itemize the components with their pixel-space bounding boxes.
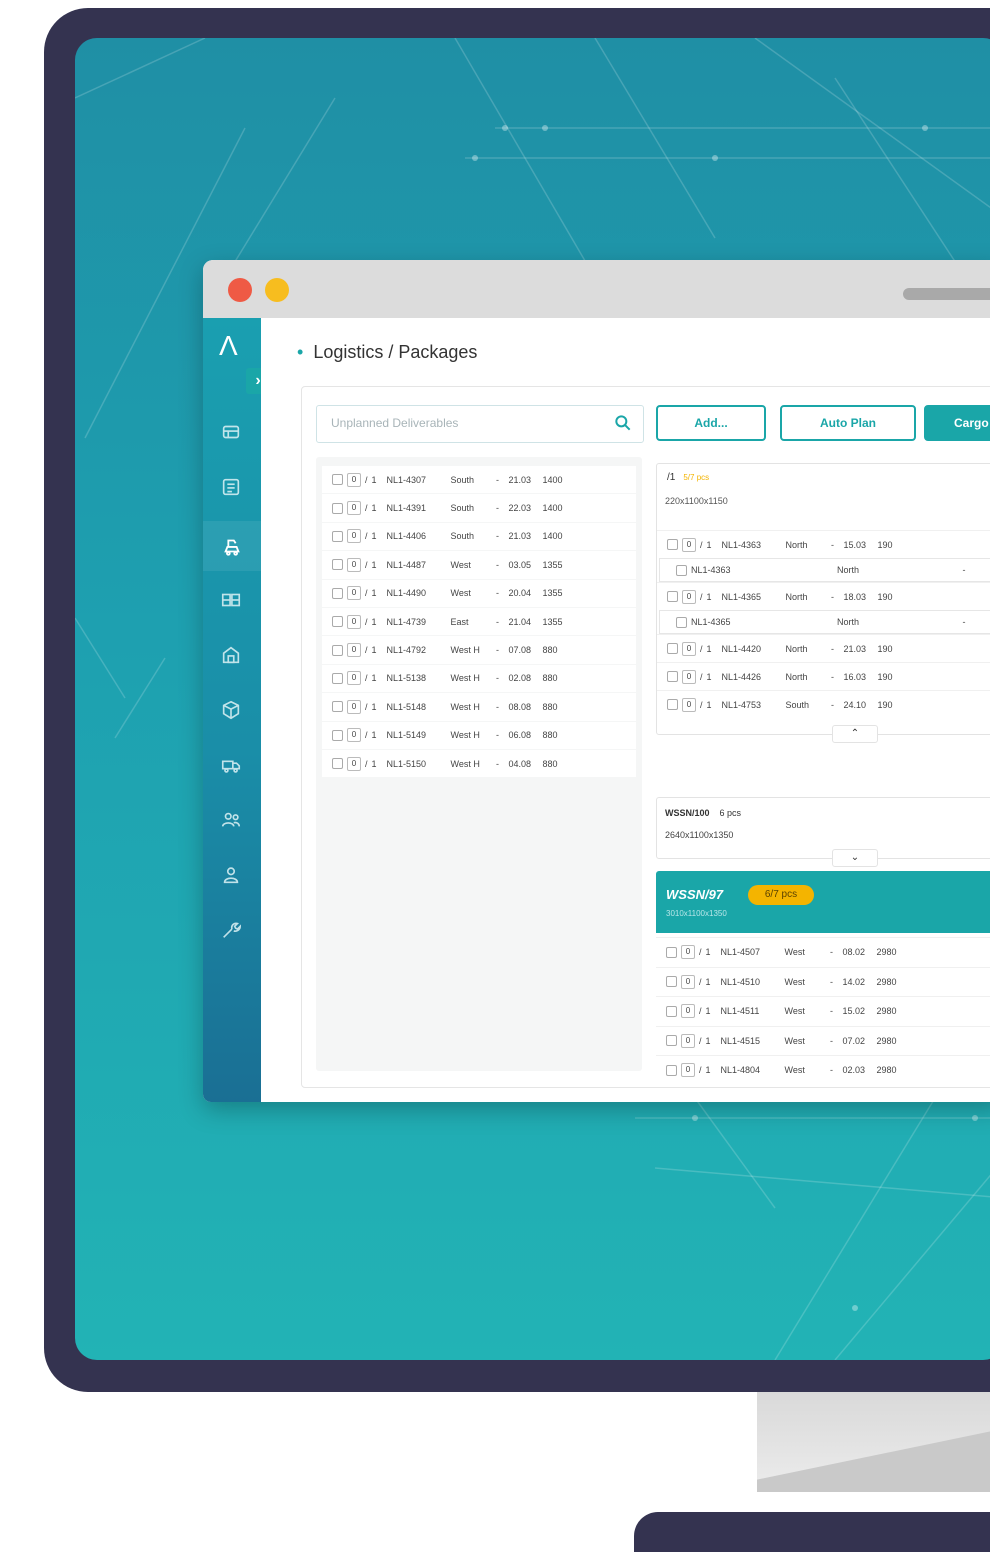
planning-panel: Unplanned Deliverables Add... Auto Plan … xyxy=(301,386,990,1088)
title-bar xyxy=(203,260,990,318)
list-item[interactable]: 0/1 NL1-4487 West -03.05 1355 xyxy=(322,551,636,579)
table-row[interactable]: 0/1 NL1-4515 West -07.02 2980 xyxy=(656,1025,990,1056)
list-item[interactable]: 0/1 NL1-4391 South -22.03 1400 xyxy=(322,494,636,522)
row-checkbox[interactable] xyxy=(666,1005,677,1017)
table-row[interactable]: 0/1 NL1-4804 West -02.03 2980 xyxy=(656,1055,990,1085)
row-checkbox[interactable] xyxy=(332,502,343,514)
row-checkbox[interactable] xyxy=(332,559,343,571)
grid-icon[interactable] xyxy=(217,586,245,614)
cargo-card[interactable]: /1 5/7 pcs 220x1100x1150 0/1 NL1-4363 North… xyxy=(656,463,990,735)
table-row[interactable]: 0/1 NL1-4426 North -16.03 190 xyxy=(657,662,990,690)
list-item[interactable]: 0/1 NL1-5149 West H -06.08 880 xyxy=(322,721,636,749)
row-checkbox[interactable] xyxy=(332,701,343,713)
collapse-chevron-icon[interactable]: ⌃ xyxy=(832,725,878,743)
status-badge: 6/7 pcs xyxy=(748,885,814,905)
list-icon[interactable] xyxy=(217,473,245,501)
row-checkbox[interactable] xyxy=(666,1035,677,1047)
row-checkbox[interactable] xyxy=(667,671,678,682)
minimize-window-button[interactable] xyxy=(265,278,289,302)
breadcrumb: • Logistics / Packages xyxy=(297,342,478,362)
row-checkbox[interactable] xyxy=(667,591,678,602)
list-item[interactable]: 0/1 NL1-4406 South -21.03 1400 xyxy=(322,522,636,551)
list-item[interactable]: 0/1 NL1-5138 West H -02.08 880 xyxy=(322,664,636,693)
table-row[interactable]: 0/1 NL1-4510 West -14.02 2980 xyxy=(656,966,990,997)
search-input[interactable]: Unplanned Deliverables xyxy=(316,405,644,443)
cargo-dimensions: 220x1100x1150 xyxy=(665,496,728,506)
cargo-rows: 0/1 NL1-4507 West -08.02 2980 0/1 NL1-4510 Wes… xyxy=(656,937,990,1085)
row-checkbox[interactable] xyxy=(666,1064,677,1076)
table-row[interactable]: 0/1 NL1-4363 North -15.03 190 xyxy=(657,530,990,558)
auto-plan-button[interactable]: Auto Plan xyxy=(780,405,916,441)
row-checkbox[interactable] xyxy=(332,672,343,684)
cargo-icon[interactable] xyxy=(203,521,261,571)
cargo-dimensions: 2640x1100x1350 xyxy=(665,830,734,840)
app-window: Λ › • Logistics / Packages Unplanned Del… xyxy=(203,260,990,1102)
list-item[interactable]: 0/1 NL1-4307 South -21.03 1400 xyxy=(322,466,636,494)
cargo-card-header: WSSN/100 6 pcs xyxy=(665,808,742,818)
cargo-dimensions: 3010x1100x1350 xyxy=(666,909,727,918)
table-row[interactable]: 0/1 NL1-4507 West -08.02 2980 xyxy=(656,937,990,967)
row-checkbox[interactable] xyxy=(332,530,343,542)
row-checkbox[interactable] xyxy=(332,644,343,656)
sub-row[interactable]: NL1-4363 North - xyxy=(659,558,990,582)
breadcrumb-text: Logistics / Packages xyxy=(313,342,478,362)
cargo-rows: 0/1 NL1-4363 North -15.03 190 NL1-4363 North -… xyxy=(657,530,990,718)
table-row[interactable]: 0/1 NL1-4511 West -15.02 2980 xyxy=(656,996,990,1026)
row-checkbox[interactable] xyxy=(332,758,343,770)
sub-row[interactable]: NL1-4365 North - xyxy=(659,610,990,634)
cargo-card[interactable]: WSSN/100 6 pcs 2640x1100x1350 xyxy=(656,797,990,859)
row-checkbox[interactable] xyxy=(332,587,343,599)
tools-icon[interactable] xyxy=(217,916,245,944)
row-checkbox[interactable] xyxy=(667,643,678,654)
table-row[interactable]: 0/1 NL1-4365 North -18.03 190 xyxy=(657,582,990,610)
add-button[interactable]: Add... xyxy=(656,405,766,441)
list-item[interactable]: 0/1 NL1-4739 East -21.04 1355 xyxy=(322,607,636,636)
search-icon[interactable] xyxy=(613,413,633,433)
sidebar: Λ › xyxy=(203,318,270,1102)
user-icon[interactable] xyxy=(217,861,245,889)
row-checkbox[interactable] xyxy=(332,729,343,741)
cargo-button[interactable]: Cargo xyxy=(924,405,990,441)
cargo-name: WSSN/97 xyxy=(666,887,724,902)
row-checkbox[interactable] xyxy=(667,699,678,710)
monitor-base xyxy=(634,1512,990,1552)
row-checkbox[interactable] xyxy=(666,946,677,958)
row-checkbox[interactable] xyxy=(676,616,687,628)
close-window-button[interactable] xyxy=(228,278,252,302)
app-logo: Λ xyxy=(219,330,238,361)
expand-chevron-icon[interactable]: ⌄ xyxy=(832,849,878,867)
team-icon[interactable] xyxy=(217,806,245,834)
list-item[interactable]: 0/1 NL1-4792 West H -07.08 880 xyxy=(322,636,636,664)
list-item[interactable]: 0/1 NL1-5148 West H -08.08 880 xyxy=(322,693,636,721)
row-checkbox[interactable] xyxy=(332,616,343,628)
building-icon[interactable] xyxy=(217,641,245,669)
list-item[interactable]: 0/1 NL1-4490 West -20.04 1355 xyxy=(322,579,636,607)
cargo-card[interactable]: WSSN/97 6/7 pcs 3010x1100x1350 0/1 NL1-45… xyxy=(656,871,990,1085)
row-checkbox[interactable] xyxy=(667,539,678,550)
truck-icon[interactable] xyxy=(217,751,245,779)
unplanned-deliverables-list: 0/1 NL1-4307 South -21.03 1400 0/1 NL1-4391 So… xyxy=(316,457,642,1071)
package-icon[interactable] xyxy=(217,696,245,724)
row-checkbox[interactable] xyxy=(332,474,343,486)
table-row[interactable]: 0/1 NL1-4420 North -21.03 190 xyxy=(657,634,990,662)
address-pill xyxy=(903,288,990,300)
cargo-card-header: /1 5/7 pcs xyxy=(667,472,710,483)
table-row[interactable]: 0/1 NL1-4753 South -24.10 190 xyxy=(657,690,990,718)
cargo-card-header: WSSN/97 6/7 pcs 3010x1100x1350 xyxy=(656,871,990,933)
row-checkbox[interactable] xyxy=(676,564,687,576)
dashboard-icon[interactable] xyxy=(217,418,245,446)
list-item[interactable]: 0/1 NL1-5150 West H -04.08 880 xyxy=(322,749,636,778)
main-content: • Logistics / Packages Unplanned Delivera… xyxy=(261,318,990,1102)
search-placeholder: Unplanned Deliverables xyxy=(331,416,459,430)
row-checkbox[interactable] xyxy=(666,976,677,988)
